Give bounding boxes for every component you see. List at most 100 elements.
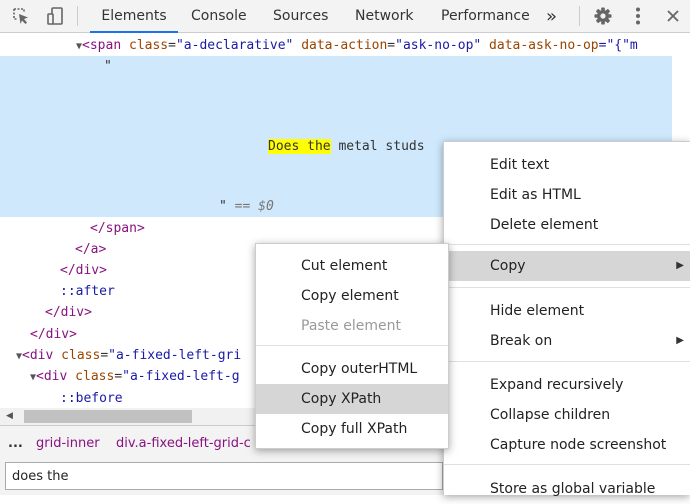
tab-sources-label: Sources [273, 8, 329, 24]
more-tabs-icon: » [546, 5, 558, 27]
tree-node-div[interactable]: ▼<div class="a-fixed-left-gri [16, 345, 241, 366]
menu-item-label: Capture node screenshot [490, 437, 667, 453]
tab-performance[interactable]: Performance [441, 0, 530, 32]
tab-console[interactable]: Console [191, 0, 247, 32]
selected-node-marker: == $0 [234, 199, 274, 214]
breadcrumb-overflow-button[interactable]: ... [8, 426, 23, 462]
inspect-element-button[interactable] [8, 0, 34, 32]
attr-name: class [61, 348, 101, 363]
menu-item-label: Copy XPath [301, 391, 382, 407]
menu-item-label: Delete element [490, 217, 599, 233]
menu-item-cut-element[interactable]: Cut element [256, 251, 448, 281]
devtools-toolbar: Elements Console Sources Network Perform… [0, 0, 690, 33]
submenu-arrow-icon: ▶ [676, 335, 684, 346]
tab-elements-label: Elements [101, 8, 167, 24]
tree-node-close-span[interactable]: </span> [90, 218, 145, 239]
settings-button[interactable] [590, 0, 616, 32]
menu-item-edit-as-html[interactable]: Edit as HTML [444, 180, 690, 210]
menu-item-label: Copy full XPath [301, 421, 408, 437]
menu-item-break-on[interactable]: Break on ▶ [444, 326, 690, 356]
menu-item-store-as-global-variable[interactable]: Store as global variable [444, 474, 690, 504]
menu-item-label: Edit text [490, 157, 550, 173]
menu-item-expand-recursively[interactable]: Expand recursively [444, 370, 690, 400]
submenu-arrow-icon: ▶ [676, 260, 684, 271]
menu-item-copy-xpath[interactable]: Copy XPath [256, 384, 448, 414]
tree-node-close-div[interactable]: </div> [60, 260, 107, 281]
tag-name: </a> [75, 242, 107, 257]
menu-item-label: Edit as HTML [490, 187, 581, 203]
attr-value: "a-declarative" [175, 38, 294, 53]
tree-node-div[interactable]: ▼<div class="a-fixed-left-g [30, 366, 240, 387]
menu-item-copy-full-xpath[interactable]: Copy full XPath [256, 414, 448, 444]
menu-item-copy-element[interactable]: Copy element [256, 281, 448, 311]
menu-item-label: Copy [490, 258, 526, 274]
menu-item-paste-element: Paste element [256, 311, 448, 341]
close-devtools-button[interactable] [662, 0, 684, 32]
kebab-menu-icon [636, 7, 640, 25]
attr-name: class [75, 369, 115, 384]
menu-item-hide-element[interactable]: Hide element [444, 296, 690, 326]
menu-item-collapse-children[interactable]: Collapse children [444, 400, 690, 430]
tag-name: </span> [90, 221, 145, 236]
inspect-cursor-icon [13, 8, 28, 24]
attr-value: "a-fixed-left-g [122, 369, 240, 384]
tab-console-label: Console [191, 8, 247, 24]
text-node-quote-close: " == $0 [219, 196, 274, 217]
text-node-rest: metal studs [330, 139, 425, 154]
attr-value: "ask-no-op" [395, 38, 482, 53]
scroll-left-icon[interactable]: ◀ [6, 411, 13, 421]
pseudo-element: ::after [60, 284, 115, 299]
tree-node-before[interactable]: ::before [60, 388, 123, 408]
text-node-content[interactable]: Does the metal studs [268, 136, 425, 157]
menu-divider [444, 464, 690, 465]
device-mode-icon [47, 7, 63, 25]
close-icon [667, 10, 679, 22]
menu-item-label: Hide element [490, 303, 585, 319]
attr-name: data-ask-no-op [489, 38, 599, 53]
menu-item-label: Paste element [301, 318, 401, 334]
menu-item-delete-element[interactable]: Delete element [444, 210, 690, 240]
breadcrumb-item[interactable]: grid-inner [36, 426, 100, 462]
attr-value: "a-fixed-left-gri [108, 348, 242, 363]
tree-node-close-div[interactable]: </div> [45, 302, 92, 323]
text-node-quote-open: " [104, 56, 112, 77]
text-quote: " [104, 59, 112, 74]
breadcrumb-item[interactable]: div.a-fixed-left-grid-c [116, 426, 251, 462]
menu-item-copy-outerhtml[interactable]: Copy outerHTML [256, 354, 448, 384]
attr-name: class [129, 38, 169, 53]
tag-name: </div> [60, 263, 107, 278]
tag-name: </div> [45, 305, 92, 320]
gear-icon [594, 7, 612, 25]
menu-item-label: Expand recursively [490, 377, 624, 393]
tab-elements[interactable]: Elements [90, 0, 178, 33]
search-input[interactable] [5, 462, 443, 490]
tree-node-after[interactable]: ::after [60, 281, 115, 302]
tab-sources[interactable]: Sources [273, 0, 328, 32]
menu-item-label: Cut element [301, 258, 388, 274]
search-match-highlight: Does the [268, 139, 331, 154]
tab-network[interactable]: Network [355, 0, 413, 32]
device-toolbar-button[interactable] [42, 0, 68, 32]
copy-submenu: Cut element Copy element Paste element C… [255, 243, 449, 449]
tab-network-label: Network [355, 8, 414, 24]
menu-divider [444, 361, 690, 362]
menu-item-label: Break on [490, 333, 553, 349]
menu-item-capture-node-screenshot[interactable]: Capture node screenshot [444, 430, 690, 460]
more-tabs-button[interactable]: » [546, 0, 557, 32]
menu-item-label: Copy element [301, 288, 399, 304]
menu-item-label: Collapse children [490, 407, 611, 423]
menu-divider [444, 287, 690, 288]
customize-menu-button[interactable] [627, 0, 649, 32]
tree-node-close-a[interactable]: </a> [75, 239, 106, 260]
tree-node-close-div[interactable]: </div> [30, 324, 77, 345]
text-quote: " [219, 199, 227, 214]
tab-performance-label: Performance [441, 8, 530, 24]
scrollbar-thumb[interactable] [24, 410, 192, 423]
tree-node-span[interactable]: ▼<span class="a-declarative" data-action… [76, 35, 638, 56]
menu-item-label: Copy outerHTML [301, 361, 418, 377]
menu-item-edit-text[interactable]: Edit text [444, 150, 690, 180]
menu-divider [256, 345, 448, 346]
tag-name: </div> [30, 327, 77, 342]
tag-name: <span [82, 38, 122, 53]
menu-item-copy[interactable]: Copy ▶ [444, 251, 690, 281]
